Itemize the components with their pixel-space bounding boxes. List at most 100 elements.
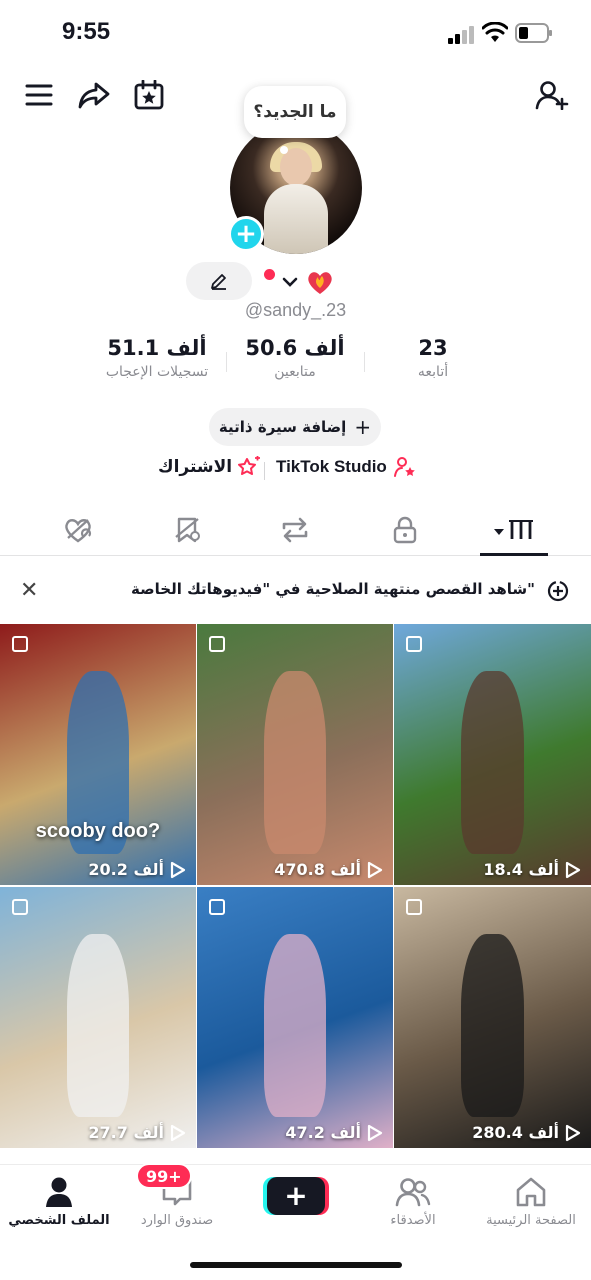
add-bio-button[interactable]: إضافة سيرة ذاتية + bbox=[209, 408, 381, 446]
video-thumbnail[interactable]: scooby doo? 20.2 ألف bbox=[0, 624, 196, 885]
nav-friends-label: الأصدقاء bbox=[390, 1213, 436, 1228]
tab-private[interactable] bbox=[385, 514, 425, 546]
banner-text: شاهد القصص منتهية الصلاحية في "فيديوهاتك… bbox=[131, 580, 535, 598]
chevron-down-icon bbox=[282, 277, 298, 287]
bottom-nav: الملف الشخصي صندوق الوارد 99+ + الأصدقاء… bbox=[0, 1163, 591, 1244]
video-thumbnail[interactable]: 18.4 ألف bbox=[394, 624, 591, 885]
bio-button-label: إضافة سيرة ذاتية bbox=[218, 418, 347, 436]
tiktok-studio-link[interactable]: TikTok Studio bbox=[276, 456, 417, 478]
notification-dot bbox=[264, 268, 275, 280]
subscription-link[interactable]: الاشتراك bbox=[158, 456, 262, 478]
account-switcher[interactable] bbox=[264, 264, 335, 300]
video-thumbnail[interactable]: 280.4 ألف bbox=[394, 887, 591, 1148]
nav-profile[interactable]: الملف الشخصي bbox=[4, 1175, 114, 1228]
multi-item-icon bbox=[12, 899, 28, 915]
videos-grid-icon bbox=[494, 520, 533, 539]
video-thumbnail[interactable]: 470.8 ألف bbox=[197, 624, 393, 885]
play-icon bbox=[367, 861, 383, 878]
stat-following[interactable]: 23 أتابعه bbox=[358, 336, 508, 380]
add-story-button[interactable]: + bbox=[228, 216, 264, 252]
profile-stats: 23 أتابعه 50.6 ألف متابعين 51.1 ألف تسجي… bbox=[0, 336, 591, 396]
tab-liked[interactable] bbox=[58, 514, 98, 546]
create-button[interactable]: + bbox=[267, 1177, 325, 1215]
nav-inbox-label: صندوق الوارد bbox=[140, 1213, 214, 1228]
view-count: 18.4 ألف bbox=[483, 860, 581, 879]
repost-icon bbox=[282, 517, 308, 543]
profile-icon bbox=[46, 1177, 72, 1207]
nav-home-label: الصفحة الرئيسية bbox=[486, 1213, 576, 1228]
stat-value: 51.1 ألف bbox=[107, 336, 207, 360]
heart-fire-icon bbox=[308, 272, 332, 294]
plus-icon: + bbox=[354, 415, 372, 439]
nav-friends[interactable]: الأصدقاء bbox=[358, 1175, 468, 1228]
tab-reposts[interactable] bbox=[275, 514, 315, 546]
nav-home[interactable]: الصفحة الرئيسية bbox=[476, 1175, 586, 1228]
studio-user-star-icon bbox=[393, 457, 415, 477]
view-count: 47.2 ألف bbox=[285, 1123, 383, 1142]
tab-videos[interactable] bbox=[488, 514, 542, 546]
video-grid: scooby doo? 20.2 ألف 470.8 ألف 18.4 ألف … bbox=[0, 624, 591, 1148]
stat-value: 50.6 ألف bbox=[245, 336, 345, 360]
video-thumbnail[interactable]: 27.7 ألف bbox=[0, 887, 196, 1148]
menu-icon[interactable] bbox=[22, 78, 56, 112]
status-bar: 9:55 bbox=[0, 0, 591, 64]
status-time: 9:55 bbox=[62, 18, 111, 45]
pencil-icon bbox=[211, 274, 226, 290]
battery-icon bbox=[515, 23, 552, 43]
multi-item-icon bbox=[12, 636, 28, 652]
play-icon bbox=[170, 1124, 186, 1141]
lock-icon bbox=[393, 516, 417, 544]
tab-favorites[interactable] bbox=[168, 514, 208, 546]
username-handle: @sandy_.23 bbox=[244, 300, 347, 320]
view-count-label: 27.7 ألف bbox=[88, 1123, 164, 1142]
stat-label: متابعين bbox=[274, 364, 316, 380]
profile-avatar[interactable]: + bbox=[228, 122, 364, 256]
view-count-label: 18.4 ألف bbox=[483, 860, 559, 879]
view-count-label: 20.2 ألف bbox=[88, 860, 164, 879]
stat-label: أتابعه bbox=[417, 364, 449, 380]
add-friend-icon[interactable] bbox=[534, 78, 570, 112]
stat-likes[interactable]: 51.1 ألف تسجيلات الإعجاب bbox=[82, 336, 232, 380]
play-icon bbox=[367, 1124, 383, 1141]
whats-new-bubble[interactable]: ما الجديد؟ bbox=[244, 86, 346, 138]
close-icon[interactable]: ✕ bbox=[20, 578, 38, 603]
video-thumbnail[interactable]: 47.2 ألف bbox=[197, 887, 393, 1148]
wifi-icon bbox=[482, 22, 508, 42]
divider bbox=[264, 462, 265, 480]
signal-icon bbox=[448, 26, 474, 44]
friends-icon bbox=[395, 1178, 431, 1207]
video-caption: scooby doo? bbox=[35, 820, 161, 842]
liked-heart-icon bbox=[65, 519, 92, 543]
view-count-label: 47.2 ألف bbox=[285, 1123, 361, 1142]
subscription-star-icon bbox=[238, 456, 261, 475]
view-count: 20.2 ألف bbox=[88, 860, 186, 879]
tiktok-studio-label: TikTok Studio bbox=[276, 457, 387, 476]
stat-followers[interactable]: 50.6 ألف متابعين bbox=[220, 336, 370, 380]
profile-links: الاشتراك TikTok Studio bbox=[0, 456, 591, 486]
home-icon bbox=[516, 1177, 546, 1207]
content-tabs bbox=[0, 506, 591, 556]
share-icon[interactable] bbox=[76, 78, 112, 112]
expired-stories-banner[interactable]: ✕ شاهد القصص منتهية الصلاحية في "فيديوها… bbox=[0, 568, 591, 612]
inbox-badge: 99+ bbox=[136, 1163, 192, 1189]
play-icon bbox=[170, 861, 186, 878]
bubble-pointer bbox=[280, 146, 288, 154]
bookmark-hidden-icon bbox=[175, 517, 200, 543]
subscription-label: الاشتراك bbox=[158, 457, 233, 477]
multi-item-icon bbox=[209, 636, 225, 652]
stat-label: تسجيلات الإعجاب bbox=[105, 364, 209, 380]
plus-icon: + bbox=[284, 1179, 308, 1212]
multi-item-icon bbox=[406, 899, 422, 915]
nav-profile-label: الملف الشخصي bbox=[8, 1213, 110, 1228]
view-count: 470.8 ألف bbox=[274, 860, 383, 879]
view-count-label: 280.4 ألف bbox=[472, 1123, 559, 1142]
edit-profile-button[interactable] bbox=[186, 262, 252, 300]
play-icon bbox=[565, 1124, 581, 1141]
multi-item-icon bbox=[209, 899, 225, 915]
view-count: 27.7 ألف bbox=[88, 1123, 186, 1142]
active-tab-indicator bbox=[480, 553, 548, 556]
calendar-star-icon[interactable] bbox=[132, 78, 166, 112]
view-count-label: 470.8 ألف bbox=[274, 860, 361, 879]
multi-item-icon bbox=[406, 636, 422, 652]
stat-value: 23 bbox=[418, 336, 448, 360]
